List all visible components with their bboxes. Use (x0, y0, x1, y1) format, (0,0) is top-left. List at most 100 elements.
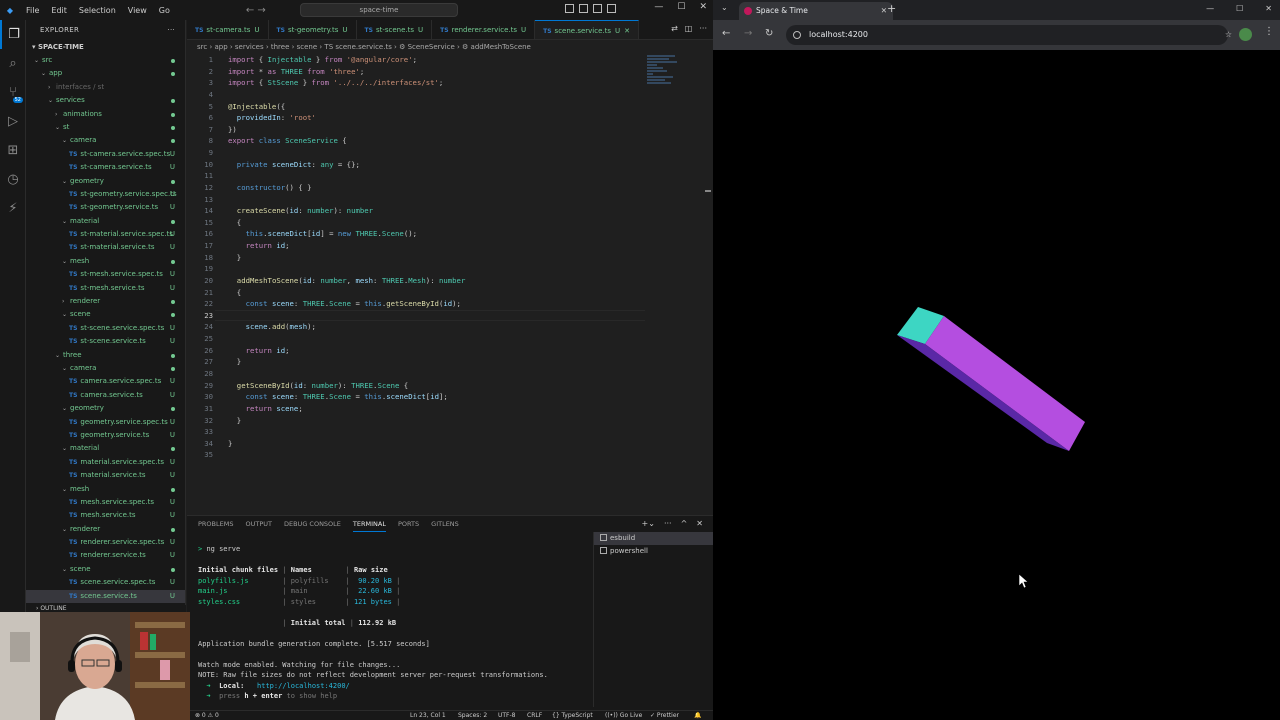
code-line[interactable]: private sceneDict: any = {}; (228, 159, 360, 171)
code-line[interactable]: return id; (228, 240, 290, 252)
tree-folder[interactable]: ⌄ renderer (26, 523, 185, 536)
code-line[interactable]: constructor() { } (228, 182, 312, 194)
command-center-search[interactable]: space-time (300, 3, 458, 17)
split-editor-icon[interactable]: ◫ (685, 24, 693, 33)
prettier-status[interactable]: ✓ Prettier (650, 712, 679, 719)
site-info-icon[interactable] (793, 31, 801, 39)
cursor-position[interactable]: Ln 23, Col 1 (410, 712, 446, 719)
browser-tab-space-time[interactable]: Space & Time ✕ (739, 2, 893, 20)
tree-folder[interactable]: ⌄ st (26, 121, 185, 134)
run-debug-icon[interactable]: ▷ (0, 107, 26, 136)
new-terminal-icon[interactable]: +⌄ (642, 516, 655, 532)
notifications-icon[interactable]: 🔔 (694, 712, 701, 719)
indentation-status[interactable]: Spaces: 2 (458, 712, 487, 719)
tree-file[interactable]: TS camera.service.ts U (26, 389, 185, 402)
tree-file[interactable]: TS geometry.service.ts U (26, 429, 185, 442)
code-line[interactable]: const scene: THREE.Scene = this.getScene… (228, 298, 461, 310)
code-line[interactable]: } (228, 252, 241, 264)
code-line[interactable]: import { Injectable } from '@angular/cor… (228, 54, 417, 66)
menu-go[interactable]: Go (153, 6, 176, 15)
extensions-icon[interactable]: ⊞ (0, 136, 26, 165)
tree-file[interactable]: TS st-material.service.ts U (26, 241, 185, 254)
reload-icon[interactable]: ↻ (765, 28, 773, 39)
panel-tab-debug-console[interactable]: DEBUG CONSOLE (284, 516, 341, 532)
tree-folder[interactable]: ⌄ camera (26, 362, 185, 375)
browser-close-icon[interactable]: ✕ (1265, 4, 1272, 13)
new-tab-icon[interactable]: + (887, 2, 896, 15)
tree-folder[interactable]: › animations (26, 108, 185, 121)
tree-folder[interactable]: ⌄ geometry (26, 402, 185, 415)
tree-folder[interactable]: ⌄ material (26, 215, 185, 228)
tree-folder[interactable]: ⌄ camera (26, 134, 185, 147)
code-line[interactable]: @Injectable({ (228, 101, 285, 113)
tree-folder[interactable]: ⌄ mesh (26, 255, 185, 268)
source-control-icon[interactable]: ⑂ 52 (0, 78, 26, 107)
panel-tab-terminal[interactable]: TERMINAL (352, 516, 386, 532)
close-icon[interactable]: ✕ (699, 2, 707, 12)
scrollbar-marker[interactable] (705, 190, 711, 192)
browser-minimize-icon[interactable]: — (1206, 4, 1214, 13)
tree-file[interactable]: TS scene.service.ts U (26, 589, 185, 604)
code-line[interactable]: this.sceneDict[id] = new THREE.Scene(); (228, 228, 417, 240)
menu-file[interactable]: File (20, 6, 45, 15)
tree-file[interactable]: TS st-material.service.spec.ts U (26, 228, 185, 241)
code-line[interactable]: import { StScene } from '../../../interf… (228, 77, 443, 89)
profile-avatar-icon[interactable] (1239, 28, 1252, 41)
breadcrumb[interactable]: src › app › services › three › scene › T… (187, 40, 713, 54)
code-line[interactable]: getSceneById(id: number): THREE.Scene { (228, 380, 408, 392)
threejs-canvas[interactable] (713, 50, 1280, 720)
bookmark-star-icon[interactable]: ☆ (1225, 25, 1232, 45)
tree-folder[interactable]: ⌄ app (26, 67, 185, 80)
code-line[interactable]: return scene; (228, 403, 303, 415)
panel-tab-problems[interactable]: PROBLEMS (198, 516, 233, 532)
tree-folder[interactable]: ⌄ services (26, 94, 185, 107)
more-editor-actions-icon[interactable]: ··· (699, 24, 707, 33)
explorer-icon[interactable]: ❐ (0, 20, 26, 49)
back-icon[interactable]: ← (722, 28, 730, 39)
timeline-icon[interactable]: ◷ (0, 165, 26, 194)
terminal-output[interactable]: > ng serve Initial chunk files | Names | … (198, 544, 593, 712)
maximize-icon[interactable]: ☐ (677, 2, 685, 12)
encoding-status[interactable]: UTF-8 (498, 712, 516, 719)
tree-folder[interactable]: ⌄ material (26, 442, 185, 455)
tree-file[interactable]: TS st-mesh.service.spec.ts U (26, 268, 185, 281)
code-line[interactable]: providedIn: 'root' (228, 112, 316, 124)
more-actions-icon[interactable]: ··· (167, 20, 175, 40)
tree-file[interactable]: TS renderer.service.spec.ts U (26, 536, 185, 549)
code-line[interactable]: { (228, 287, 241, 299)
tree-file[interactable]: TS renderer.service.ts U (26, 549, 185, 562)
close-panel-icon[interactable]: ✕ (696, 516, 703, 532)
customize-layout-icon[interactable] (607, 4, 616, 13)
tree-file[interactable]: TS scene.service.spec.ts U (26, 576, 185, 589)
tree-file[interactable]: TS st-mesh.service.ts U (26, 282, 185, 295)
close-tab-icon[interactable]: ✕ (624, 27, 630, 35)
code-line[interactable]: return id; (228, 345, 290, 357)
project-root[interactable]: ▾ SPACE-TIME (26, 40, 185, 54)
tree-folder[interactable]: ⌄ geometry (26, 175, 185, 188)
editor-tab[interactable]: TS st-geometry.ts U (269, 20, 357, 39)
maximize-panel-icon[interactable]: ^ (681, 516, 688, 532)
code-line[interactable]: createScene(id: number): number (228, 205, 373, 217)
address-bar[interactable]: localhost:4200 ☆ (786, 25, 1232, 45)
tree-folder[interactable]: ⌄ src (26, 54, 185, 67)
tree-folder[interactable]: ⌄ scene (26, 308, 185, 321)
code-editor[interactable]: 1 import { Injectable } from '@angular/co… (187, 54, 647, 494)
editor-tab[interactable]: TS st-scene.ts U (357, 20, 433, 39)
tree-folder[interactable]: ⌄ scene (26, 563, 185, 576)
remote-icon[interactable]: ⚡ (0, 194, 26, 223)
nav-arrows[interactable]: ← → (246, 5, 266, 16)
tree-file[interactable]: TS st-camera.service.ts U (26, 161, 185, 174)
terminal-instance[interactable]: esbuild (594, 532, 713, 545)
code-line[interactable]: addMeshToScene(id: number, mesh: THREE.M… (228, 275, 466, 287)
code-line[interactable]: export class SceneService { (228, 135, 347, 147)
compare-icon[interactable]: ⇄ (671, 24, 678, 33)
tree-file[interactable]: TS st-geometry.service.ts U (26, 201, 185, 214)
tree-file[interactable]: TS geometry.service.spec.ts U (26, 416, 185, 429)
search-icon[interactable]: ⌕ (0, 49, 26, 78)
tree-file[interactable]: TS camera.service.spec.ts U (26, 375, 185, 388)
tree-folder[interactable]: › renderer (26, 295, 185, 308)
tree-file[interactable]: TS mesh.service.spec.ts U (26, 496, 185, 509)
menu-selection[interactable]: Selection (73, 6, 122, 15)
tree-file[interactable]: TS st-scene.service.spec.ts U (26, 322, 185, 335)
code-line[interactable]: import * as THREE from 'three'; (228, 66, 364, 78)
